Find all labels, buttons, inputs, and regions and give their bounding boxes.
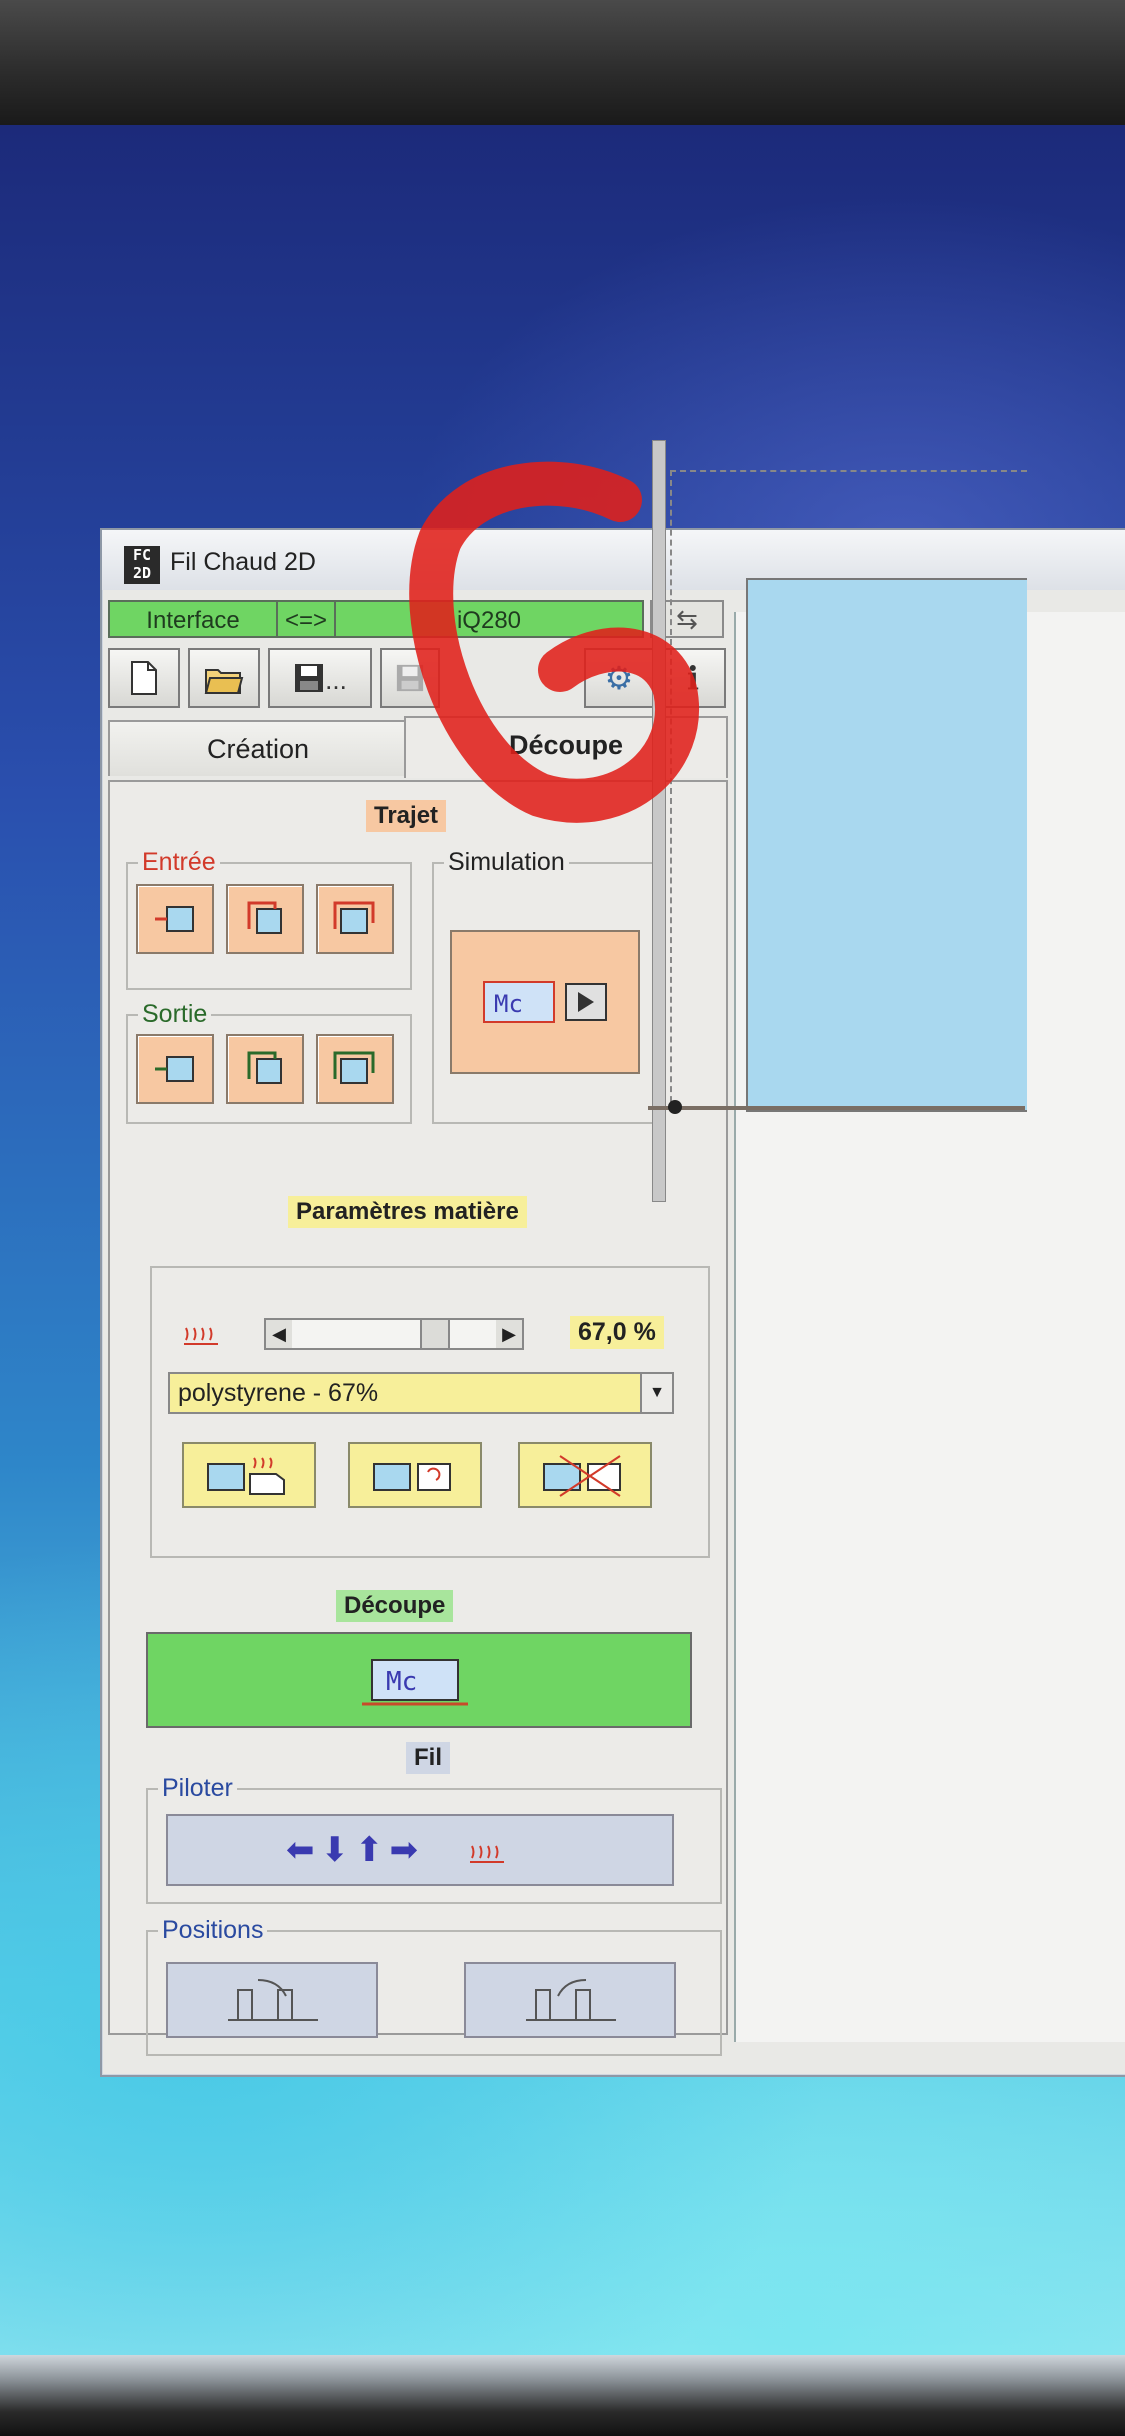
red-marker-annotation [409,461,699,823]
